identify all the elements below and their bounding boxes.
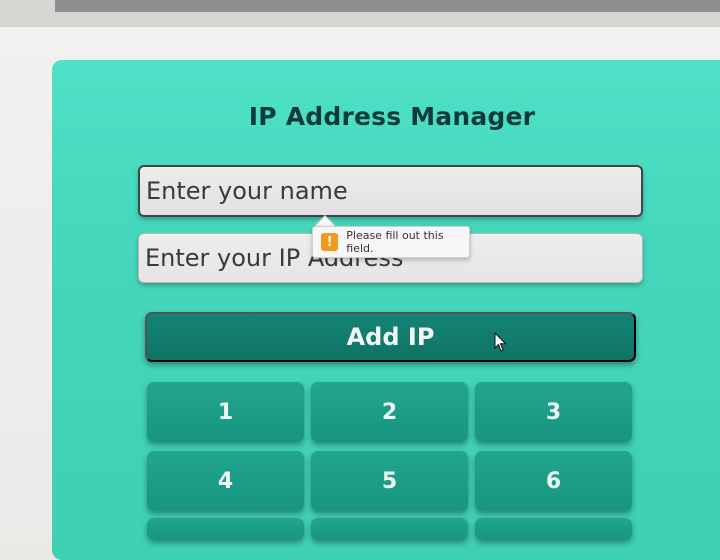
keypad-key-3[interactable]: 3: [475, 382, 632, 442]
keypad-key-partial-left[interactable]: [147, 518, 304, 540]
validation-tooltip: ! Please fill out this field.: [312, 226, 470, 258]
name-input-placeholder: Enter your name: [146, 177, 348, 205]
name-input[interactable]: Enter your name: [138, 165, 643, 217]
keypad-key-partial-right[interactable]: [475, 518, 632, 540]
keypad-key-1[interactable]: 1: [147, 382, 304, 442]
top-strip: [55, 0, 720, 12]
keypad-key-2[interactable]: 2: [311, 382, 468, 442]
add-ip-button[interactable]: Add IP: [145, 312, 636, 362]
validation-message: Please fill out this field.: [346, 229, 444, 255]
page-title: IP Address Manager: [248, 102, 536, 131]
keypad-key-5[interactable]: 5: [311, 451, 468, 511]
keypad-key-partial-center[interactable]: [311, 518, 468, 540]
keypad-key-6[interactable]: 6: [475, 451, 632, 511]
mouse-cursor-icon: [494, 332, 507, 352]
keypad-key-4[interactable]: 4: [147, 451, 304, 511]
warning-icon: !: [321, 233, 339, 251]
